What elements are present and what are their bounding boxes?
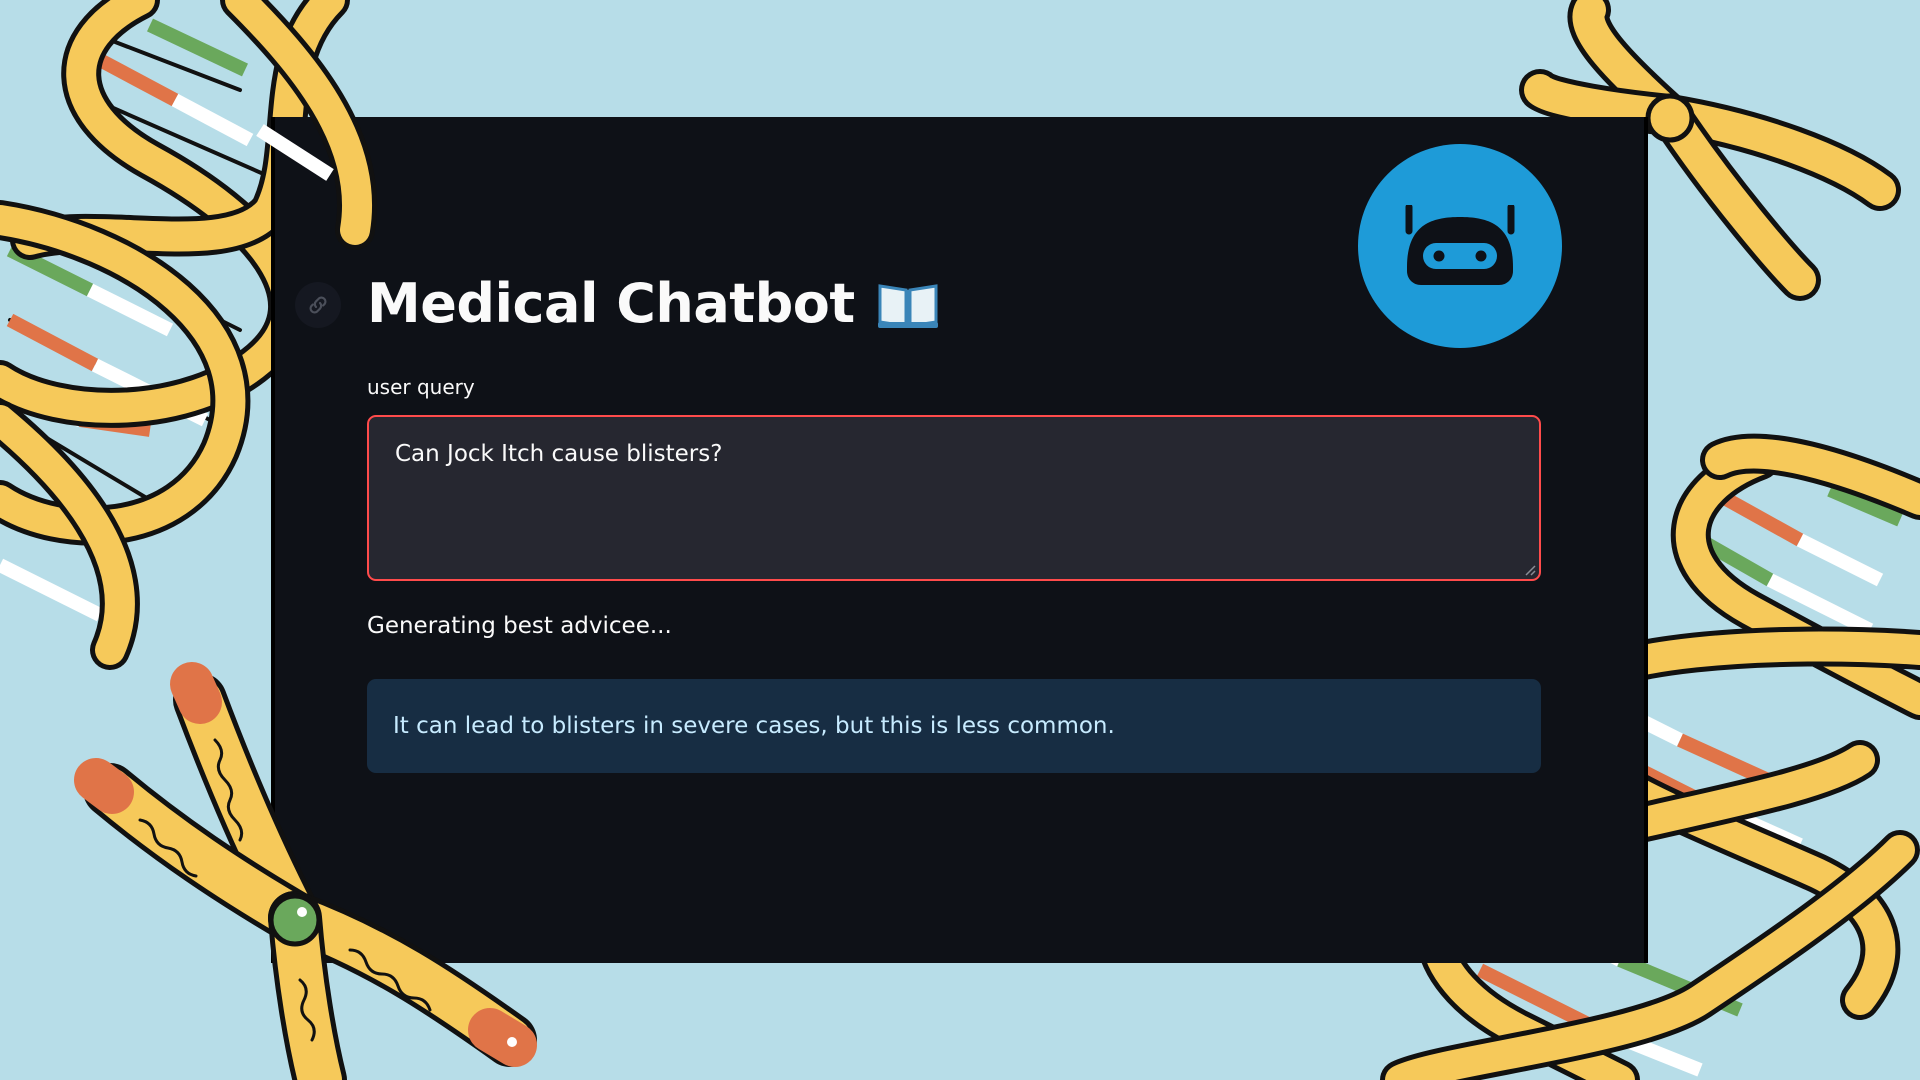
chatbot-app-window: Medical Chatbot user query Can Jock Itch… xyxy=(271,117,1648,963)
query-label: user query xyxy=(367,375,475,399)
status-text: Generating best advicee... xyxy=(367,613,672,639)
page-title-text: Medical Chatbot xyxy=(367,272,855,335)
response-text: It can lead to blisters in severe cases,… xyxy=(393,713,1115,739)
response-box: It can lead to blisters in severe cases,… xyxy=(367,679,1541,773)
robot-avatar xyxy=(1358,144,1562,348)
open-book-icon xyxy=(877,278,939,330)
title-anchor-link[interactable] xyxy=(295,282,341,328)
robot-icon xyxy=(1405,205,1515,285)
query-input[interactable]: Can Jock Itch cause blisters? xyxy=(367,415,1541,581)
page-title: Medical Chatbot xyxy=(367,272,939,335)
resize-handle-icon[interactable] xyxy=(1524,564,1536,576)
link-icon xyxy=(309,296,327,314)
